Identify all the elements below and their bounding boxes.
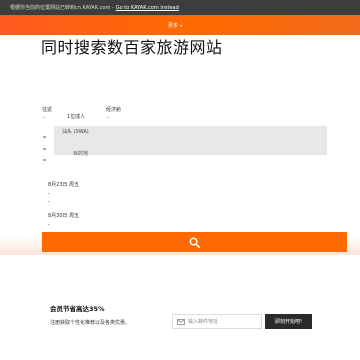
location-banner: 根据你当前的位置网站已转到cn.KAYAK.com - Go to KAYAK.… xyxy=(0,0,360,15)
search-button[interactable] xyxy=(42,232,347,252)
cabin-class-select[interactable]: 经济舱 xyxy=(106,106,121,113)
search-icon xyxy=(189,237,200,248)
origin-destination-panel xyxy=(54,126,327,155)
go-to-kayak-link[interactable]: Go to KAYAK.com instead xyxy=(116,5,179,11)
destination-divider xyxy=(43,148,46,150)
member-promo-title: 会员节省高达35% xyxy=(50,305,105,313)
destination-field[interactable]: 目的地 xyxy=(73,150,88,157)
more-menu-button[interactable]: 更多 ▾ xyxy=(168,22,182,29)
more-label: 更多 xyxy=(168,23,179,29)
depart-date-field[interactable]: 8月23日 周五 xyxy=(48,181,79,188)
start-now-button[interactable]: 即刻开始吧! xyxy=(265,314,312,329)
nav-bar: 更多 ▾ xyxy=(0,15,360,35)
member-promo-subtitle: 注册获取个性化推荐以及各类优惠。 xyxy=(50,320,131,326)
trip-type-select[interactable]: 往返 xyxy=(42,106,52,113)
email-placeholder: 输入邮件地址 xyxy=(188,319,219,325)
origin-field[interactable]: 汕头 (SWA) xyxy=(62,128,89,135)
destination-divider-2 xyxy=(43,159,46,161)
cabin-chevron-icon: ⌄ xyxy=(106,114,110,119)
page-title: 同时搜索数百家旅游网站 xyxy=(41,38,223,57)
email-field[interactable]: 输入邮件地址 xyxy=(172,314,262,329)
banner-message: 根据你当前的位置网站已转到cn.KAYAK.com - xyxy=(10,5,114,11)
travelers-select[interactable]: 1位成人 xyxy=(67,113,85,120)
return-date-chevron-icon: ⌄ xyxy=(47,221,51,226)
origin-divider xyxy=(43,136,46,138)
trip-type-chevron-icon: ⌄ xyxy=(42,114,46,119)
mail-icon xyxy=(177,318,185,325)
return-date-field[interactable]: 8月30日 周五 xyxy=(48,212,79,219)
caret-down-icon: ▾ xyxy=(180,23,183,28)
depart-date-step-icon: ⌄ xyxy=(47,198,51,203)
depart-date-chevron-icon: ⌄ xyxy=(47,190,51,195)
